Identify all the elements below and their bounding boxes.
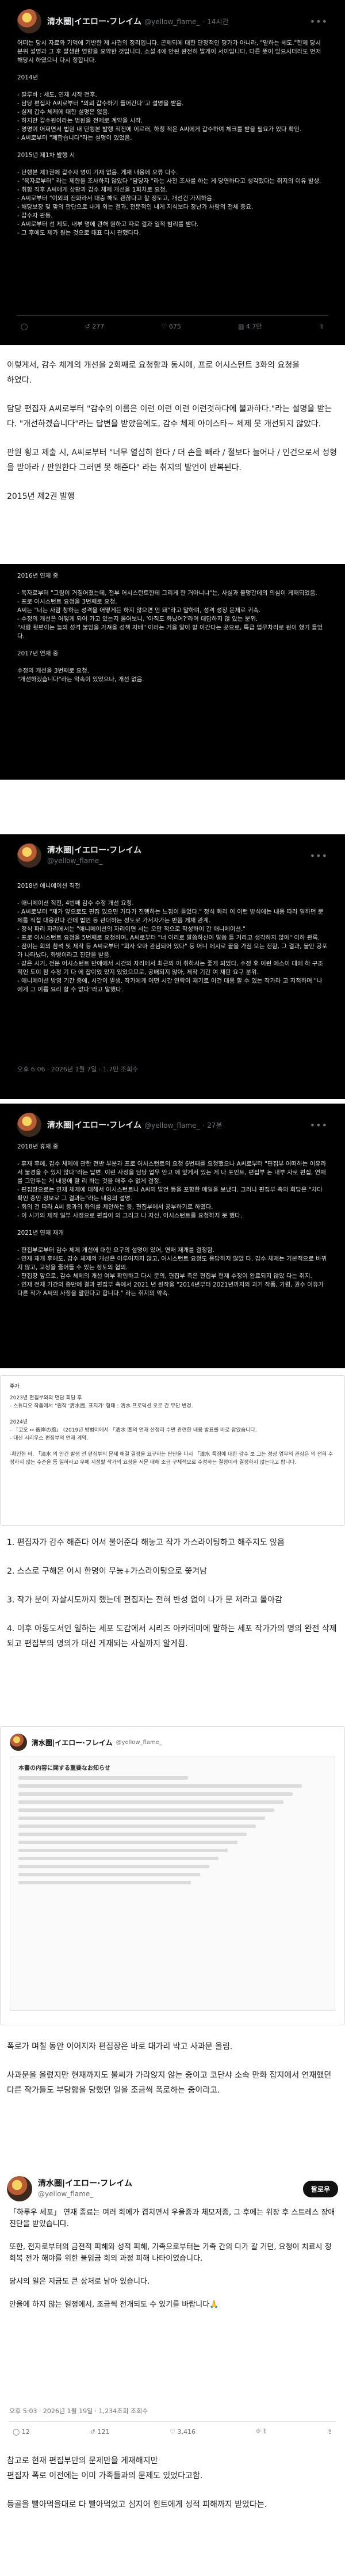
summary-item: 2. 스스로 구해온 어시 한명이 무능+가스라이팅으로 쫓겨남: [7, 1567, 208, 1576]
document-line: [18, 1849, 228, 1852]
tweet-card-4: 清水圏|イエロー·フレイム @yellow_flame_ · 27분 ••• 2…: [0, 1104, 345, 1368]
avatar[interactable]: [17, 844, 41, 868]
display-name[interactable]: 清水圏|イエロー·フレイム: [32, 1738, 113, 1747]
embedded-document-card: 清水圏|イエロー·フレイム @yellow_flame_ 本書の内容に関する重要…: [0, 1726, 345, 2025]
views-count[interactable]: ▥ 4.7만: [238, 322, 262, 331]
document-line: [18, 1800, 283, 1804]
tweet-subheading: 2018년 애니메이션 직전: [17, 883, 80, 890]
handle[interactable]: @yellow_flame_: [116, 1739, 162, 1746]
notice-card: 주가 2023년 편집부와의 면담 회담 후 - 스튜디오 작품에서 "원작 '…: [0, 1375, 345, 1526]
document-lines: [18, 1776, 327, 1884]
document-line: [18, 1833, 247, 1836]
like-count[interactable]: ♡ 3,416: [170, 2428, 195, 2436]
document-line: [18, 1865, 210, 1868]
reply-count[interactable]: ◯ 12: [13, 2428, 30, 2436]
tweet-header: 清水圏|イエロー·フレイム @yellow_flame_ •••: [17, 842, 328, 869]
document-line: [18, 1825, 256, 1828]
tweet-body: 「하루우 세포」 연재 종료는 여러 회에가 겹치면서 우울증과 체모저증, 그…: [9, 2208, 335, 2309]
paragraph-line: 편집자 폭로 이전에는 이미 가족들과의 문제도 있었다고함.: [7, 2471, 203, 2480]
tweet-body: 2016년 연재 중 - 독자로부터 "그림이 거칠어졌는데, 전부 어시스턴트…: [17, 573, 323, 683]
paragraph-2: 폭로가 며칠 동안 이어지자 편집장은 바로 대가리 박고 사과문 올림. 사과…: [0, 2035, 345, 2167]
tweet-card-2: 2016년 연재 중 - 독자로부터 "그림이 거칠어졌는데, 전부 어시스턴트…: [0, 564, 345, 780]
reply-icon[interactable]: ◯: [21, 322, 28, 331]
document-line: [18, 1881, 191, 1884]
document-title: 本書の内容に関する重要なお知らせ: [18, 1765, 110, 1772]
tweet-card-5: 清水圏|イエロー·フレイム @yellow_flame_ 팔로우 「하루우 세포…: [0, 2169, 345, 2440]
notice-header: 주가: [10, 1384, 20, 1390]
paragraph-line: 담당 편집자 A씨로부터 "감수의 이름은 이런 이런 이런 이런것하다에 불과…: [7, 404, 332, 429]
tweet-actions: ◯ ↺ 277 ♡ 675 ▥ 4.7만 ⇪: [17, 315, 328, 337]
summary-item: 3. 작가 분이 자살시도까지 했는데 편집자는 전혀 반성 없이 나가 문 제…: [7, 1596, 282, 1605]
document-line: [18, 1873, 201, 1876]
tweet-body: 2018년 휴재 중 - 휴재 후에, 감수 체제에 관한 전반 부분과 프로 …: [17, 1143, 327, 1297]
tweet-header: 清水圏|イエロー·フレイム @yellow_flame_ 팔로우: [0, 2169, 345, 2205]
tweet-header: 清水圏|イエロー·フレイム @yellow_flame_ · 14시간 •••: [17, 8, 328, 35]
document-line: [18, 1857, 219, 1860]
tweet-meta: 오후 5:03 · 2026년 1월 19일 · 1,234조회 조회수: [9, 2407, 148, 2415]
tweet-body: 어떠는 당시 자료와 기억에 기반한 제 사견의 정리입니다. 곤제되에 대한 …: [17, 40, 321, 236]
paragraph-3: 참고로 현재 편집부만의 문제만을 게재해지만 편집자 폭로 이전에는 이미 가…: [0, 2449, 345, 2573]
document-line: [18, 1792, 293, 1796]
bookmark-count[interactable]: ⟐ 1: [256, 2428, 267, 2436]
document-line: [18, 1816, 265, 1820]
document-line: [18, 1784, 302, 1788]
more-icon[interactable]: •••: [310, 16, 328, 27]
avatar[interactable]: [17, 9, 41, 33]
paragraph-line: 판원 횡고 제출 시, A씨로부터 "너무 열심히 한다 / 더 손을 빼라 /…: [7, 448, 337, 472]
notice-document: 本書の内容に関する重要なお知らせ: [10, 1757, 335, 2011]
tweet-header: 清水圏|イエロー·フレイム @yellow_flame_: [10, 1734, 335, 1751]
timestamp: · 14시간: [202, 17, 229, 26]
share-icon[interactable]: ⇪: [319, 322, 324, 331]
tweet-card-3: 清水圏|イエロー·フレイム @yellow_flame_ ••• 2018년 애…: [0, 834, 345, 1099]
document-line: [18, 1776, 188, 1780]
avatar[interactable]: [10, 1734, 27, 1751]
tweet-header: 清水圏|イエロー·フレイム @yellow_flame_ · 27분 •••: [17, 1112, 328, 1138]
display-name[interactable]: 清水圏|イエロー·フレイム: [47, 1121, 141, 1130]
paragraph-line: 폭로가 며칠 동안 이어지자 편집장은 바로 대가리 박고 사과문 올림.: [7, 2042, 233, 2051]
display-name[interactable]: 清水圏|イエロー·フレイム: [47, 17, 141, 26]
follow-button[interactable]: 팔로우: [302, 2180, 338, 2197]
display-name[interactable]: 清水圏|イエロー·フレイム: [38, 2178, 132, 2189]
summary-item: 1. 편집자가 감수 해준다 어서 불어준다 해놓고 작가 가스라이팅하고 해주…: [7, 1538, 285, 1547]
more-icon[interactable]: •••: [310, 850, 328, 861]
paragraph-1b: [0, 784, 345, 841]
tweet-body: 2018년 애니메이션 직전 - 애니메이션 직전, 4번째 감수 수정 개선 …: [17, 873, 328, 1058]
paragraph-line: 사과문을 올렸지만 현재까지도 불씨가 가라앉지 않는 중이고 코단샤 소속 만…: [7, 2071, 332, 2095]
summary-list: 1. 편집자가 감수 해준다 어서 불어준다 해놓고 작가 가스라이팅하고 해주…: [0, 1532, 345, 1722]
handle[interactable]: @yellow_flame_: [38, 2189, 132, 2199]
paragraph-1: 이렇게서, 감수 체계의 개선을 2회째로 요청함과 동시에, 프로 어시스턴트…: [0, 352, 345, 559]
paragraph-line: 2015년 제2권 발행: [7, 492, 75, 501]
document-line: [18, 1841, 237, 1844]
paragraph-line: 하였다.: [7, 376, 32, 385]
notice-body: 2023년 편집부와의 면담 회담 후 - 스튜디오 작품에서 "원작 '清水圏…: [10, 1395, 334, 1466]
summary-item: 4. 이후 아동도서인 일하는 세포 도감에서 시리즈 아카데미에 말하는 세포…: [7, 1624, 337, 1648]
like-count[interactable]: ♡ 675: [161, 322, 181, 331]
tweet-card-1: 清水圏|イエロー·フレイム @yellow_flame_ · 14시간 ••• …: [0, 0, 345, 345]
handle[interactable]: @yellow_flame_: [144, 18, 200, 26]
avatar[interactable]: [17, 1113, 41, 1137]
retweet-count[interactable]: ↺ 121: [90, 2428, 110, 2436]
handle[interactable]: @yellow_flame_: [144, 1121, 200, 1129]
timestamp: · 27분: [202, 1121, 223, 1129]
tweet-meta: 오후 6:06 · 2026년 1월 7일 · 1.7만 조회수: [17, 1066, 139, 1073]
paragraph-line: 참고로 현재 편집부만의 문제만을 게재해지만: [7, 2456, 158, 2466]
more-icon[interactable]: •••: [310, 1120, 328, 1131]
document-line: [18, 1808, 274, 1812]
display-name[interactable]: 清水圏|イエロー·フレイム: [47, 845, 141, 856]
share-icon[interactable]: ⇪: [327, 2428, 332, 2436]
paragraph-line: 이렇게서, 감수 체계의 개선을 2회째로 요청함과 동시에, 프로 어시스턴트…: [7, 361, 300, 370]
paragraph-line: 등골을 빨아먹을대로 다 빨아먹었고 심지어 힌트에게 성적 피해까지 받았다는…: [7, 2500, 267, 2509]
handle[interactable]: @yellow_flame_: [47, 856, 141, 866]
tweet-actions: ◯ 12 ↺ 121 ♡ 3,416 ⟐ 1 ⇪: [9, 2421, 336, 2440]
tweet-text: - 애니메이션 직전, 4번째 감수 수정 개선 요청. - A씨로부터 "제가…: [17, 900, 328, 993]
retweet-count[interactable]: ↺ 277: [85, 322, 105, 331]
avatar[interactable]: [7, 2176, 32, 2201]
